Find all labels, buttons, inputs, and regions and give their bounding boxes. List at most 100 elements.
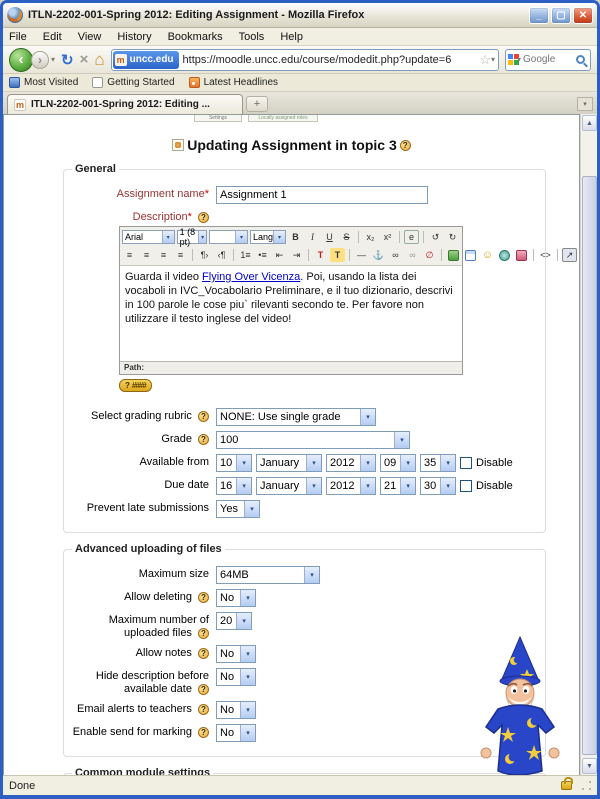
email-alerts-select[interactable]: No ▾ (216, 701, 256, 719)
heading-help-icon[interactable]: ? (399, 139, 411, 151)
bullet-list-icon[interactable]: •≡ (255, 248, 270, 262)
insert-table-icon[interactable] (463, 248, 478, 262)
available-day-select[interactable]: 10 ▾ (216, 454, 252, 472)
menu-view[interactable]: View (78, 31, 102, 43)
resize-grip[interactable] (582, 781, 591, 790)
site-identity-button[interactable]: m uncc.edu (112, 50, 179, 69)
insert-world-icon[interactable] (497, 248, 512, 262)
maximize-button[interactable]: ▢ (551, 6, 571, 24)
list-all-tabs-icon[interactable]: ▾ (577, 97, 593, 111)
available-disable-checkbox[interactable] (460, 457, 472, 469)
bookmark-latest-headlines[interactable]: Latest Headlines (188, 77, 278, 88)
email-alerts-help-icon[interactable]: ? (198, 703, 209, 715)
description-link[interactable]: Flying Over Vicenza (202, 271, 300, 283)
max-files-help-icon[interactable]: ? (198, 627, 209, 639)
due-disable-checkbox[interactable] (460, 480, 472, 492)
due-year-select[interactable]: 2012 ▾ (326, 477, 376, 495)
due-hour-select[interactable]: 21 ▾ (380, 477, 416, 495)
insert-smiley-icon[interactable]: ☺ (480, 248, 495, 262)
superscript-icon[interactable]: x² (380, 230, 395, 244)
menu-file[interactable]: File (9, 31, 27, 43)
menu-bookmarks[interactable]: Bookmarks (168, 31, 223, 43)
bookmark-star-icon[interactable]: ☆ (479, 52, 491, 68)
available-minute-select[interactable]: 35 ▾ (420, 454, 456, 472)
max-size-select[interactable]: 64MB ▾ (216, 566, 320, 584)
due-day-select[interactable]: 16 ▾ (216, 477, 252, 495)
search-magnifier-icon[interactable] (576, 55, 585, 64)
font-select[interactable]: Arial ▾ (122, 230, 175, 244)
unlink-icon[interactable]: ∞ (405, 248, 420, 262)
available-month-select[interactable]: January ▾ (256, 454, 322, 472)
crop-tab-settings[interactable]: Settings (194, 115, 242, 122)
prevent-late-select[interactable]: Yes ▾ (216, 500, 260, 518)
grade-select[interactable]: 100 ▾ (216, 431, 410, 449)
ssl-lock-icon[interactable] (561, 777, 573, 790)
back-button[interactable]: ‹ (9, 47, 33, 72)
home-icon[interactable]: ⌂ (94, 50, 104, 70)
fontsize-select[interactable]: 1 (8 pt) ▾ (176, 227, 208, 247)
allow-notes-select[interactable]: No ▾ (216, 645, 256, 663)
assignment-name-input[interactable] (216, 186, 428, 204)
send-for-marking-select[interactable]: No ▾ (216, 724, 256, 742)
menu-tools[interactable]: Tools (239, 31, 265, 43)
html-source-icon[interactable]: <> (538, 248, 553, 262)
indent-icon[interactable]: ⇥ (289, 248, 304, 262)
due-minute-select[interactable]: 30 ▾ (420, 477, 456, 495)
search-input[interactable] (523, 54, 564, 65)
available-year-select[interactable]: 2012 ▾ (326, 454, 376, 472)
italic-icon[interactable]: I (305, 230, 320, 244)
strikethrough-icon[interactable]: S (339, 230, 354, 244)
tab-editing-assignment[interactable]: m ITLN-2202-001-Spring 2012: Editing ... (7, 94, 243, 114)
send-for-marking-help-icon[interactable]: ? (198, 726, 209, 738)
url-text[interactable]: https://moodle.uncc.edu/course/modedit.p… (183, 54, 476, 66)
horizontal-rule-icon[interactable]: — (354, 248, 369, 262)
history-dropdown-icon[interactable]: ▾ (51, 55, 55, 64)
align-right-icon[interactable]: ≡ (156, 248, 171, 262)
scroll-up-icon[interactable]: ▲ (582, 115, 597, 131)
allow-notes-help-icon[interactable]: ? (198, 647, 209, 659)
scroll-down-icon[interactable]: ▼ (582, 758, 597, 774)
rtl-icon[interactable]: ‹¶ (214, 248, 229, 262)
align-center-icon[interactable]: ≡ (139, 248, 154, 262)
search-engine-dropdown-icon[interactable]: ▾ (517, 55, 521, 64)
editor-help-button[interactable]: ? #### (119, 379, 152, 392)
bookmark-most-visited[interactable]: Most Visited (9, 77, 78, 88)
ordered-list-icon[interactable]: 1≡ (238, 248, 253, 262)
bold-icon[interactable]: B (288, 230, 303, 244)
allow-deleting-help-icon[interactable]: ? (198, 591, 209, 603)
hide-description-select[interactable]: No ▾ (216, 668, 256, 686)
prevent-autolink-icon[interactable]: ∅ (422, 248, 437, 262)
new-tab-button[interactable]: + (246, 96, 268, 112)
page-scrollbar[interactable]: ▲ ▼ (580, 114, 597, 775)
due-month-select[interactable]: January ▾ (256, 477, 322, 495)
underline-icon[interactable]: U (322, 230, 337, 244)
undo-icon[interactable]: ↺ (428, 230, 443, 244)
ltr-icon[interactable]: ¶› (197, 248, 212, 262)
highlight-color-icon[interactable]: T (330, 248, 345, 262)
allow-deleting-select[interactable]: No ▾ (216, 589, 256, 607)
menu-edit[interactable]: Edit (43, 31, 62, 43)
fullscreen-icon[interactable]: ↗ (562, 248, 577, 262)
link-icon[interactable]: ∞ (388, 248, 403, 262)
refresh-icon[interactable]: ↻ (61, 51, 74, 69)
hide-description-help-icon[interactable]: ? (198, 683, 209, 695)
available-hour-select[interactable]: 09 ▾ (380, 454, 416, 472)
style-select[interactable]: ▾ (209, 230, 248, 244)
rubric-help-icon[interactable]: ? (198, 410, 209, 422)
grade-help-icon[interactable]: ? (198, 433, 209, 445)
minimize-button[interactable]: _ (529, 6, 549, 24)
text-color-icon[interactable]: T (313, 248, 328, 262)
menu-history[interactable]: History (117, 31, 151, 43)
anchor-icon[interactable]: ⚓ (371, 248, 386, 262)
align-justify-icon[interactable]: ≡ (173, 248, 188, 262)
lang-select[interactable]: Lang ▾ (249, 230, 287, 244)
stop-icon[interactable]: × (80, 51, 89, 68)
crop-tab-roles[interactable]: Locally assigned roles (248, 115, 318, 122)
url-dropdown-icon[interactable]: ▾ (491, 55, 495, 64)
max-files-select[interactable]: 20 ▾ (216, 612, 252, 630)
rubric-select[interactable]: NONE: Use single grade ▾ (216, 408, 376, 426)
redo-icon[interactable]: ↻ (445, 230, 460, 244)
search-box[interactable]: ▾ (505, 48, 591, 71)
description-help-icon[interactable]: ? (198, 211, 209, 223)
clean-html-icon[interactable]: e (404, 230, 420, 244)
